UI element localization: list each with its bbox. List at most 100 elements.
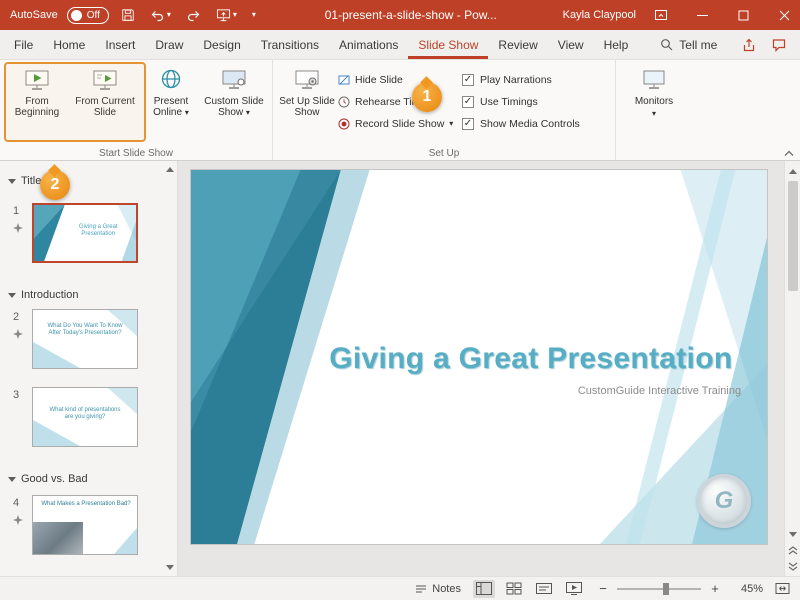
main-area: Title S 1 Giving a Great Presentation In… xyxy=(0,161,800,576)
custom-slide-show-button[interactable]: Custom Slide Show ▾ xyxy=(201,62,267,144)
monitors-label: Monitors xyxy=(635,96,673,107)
hide-slide-button[interactable]: Hide Slide xyxy=(336,69,462,91)
zoom-in-button[interactable]: + xyxy=(709,581,721,596)
customize-qat-caret-icon: ▾ xyxy=(252,11,256,19)
next-slide-button[interactable] xyxy=(786,558,800,574)
normal-view-button[interactable] xyxy=(473,580,495,598)
thumb2-text: What Do You Want To Know After Today's P… xyxy=(45,323,124,337)
scroll-up-button[interactable] xyxy=(786,163,800,179)
notes-label: Notes xyxy=(432,583,461,595)
set-up-group: Set Up Slide Show Hide Slide Rehearse Ti… xyxy=(273,60,616,160)
slide-4-thumbnail[interactable]: What Makes a Presentation Bad? xyxy=(32,495,138,555)
tab-home[interactable]: Home xyxy=(43,30,95,59)
zoom-out-button[interactable]: − xyxy=(597,581,609,596)
start-slideshow-quick-button[interactable]: ▾ xyxy=(213,6,240,24)
slide-title[interactable]: Giving a Great Presentation xyxy=(312,342,750,376)
tell-me-label: Tell me xyxy=(679,38,717,52)
slide-4-number: 4 xyxy=(13,497,19,509)
tab-transitions[interactable]: Transitions xyxy=(251,30,329,59)
use-timings-label: Use Timings xyxy=(480,96,538,108)
close-button[interactable] xyxy=(768,0,800,30)
share-button[interactable] xyxy=(742,38,756,52)
collapse-ribbon-button[interactable] xyxy=(784,150,794,157)
section-header-good-vs-bad[interactable]: Good vs. Bad xyxy=(8,473,88,485)
ribbon-display-options-icon xyxy=(654,8,668,22)
scroll-down-button[interactable] xyxy=(786,526,800,542)
slide-sorter-view-button[interactable] xyxy=(503,580,525,598)
zoom-slider[interactable] xyxy=(617,588,701,590)
rehearse-timings-button[interactable]: Rehearse Timings xyxy=(336,91,462,113)
thumbnails-scroll-down-button[interactable] xyxy=(166,565,174,570)
tab-draw[interactable]: Draw xyxy=(145,30,193,59)
tab-view[interactable]: View xyxy=(548,30,594,59)
minimize-button[interactable] xyxy=(686,0,718,30)
customize-qat-button[interactable]: ▾ xyxy=(249,9,259,21)
powerpoint-window: AutoSave Off ▾ ▾ ▾ 01-present-a-slide-sh… xyxy=(0,0,800,600)
undo-icon xyxy=(150,8,165,22)
play-narrations-checkbox[interactable]: ✓ Play Narrations xyxy=(462,69,610,91)
maximize-button[interactable] xyxy=(727,0,759,30)
present-online-button[interactable]: Present Online ▾ xyxy=(141,62,201,144)
tab-insert[interactable]: Insert xyxy=(95,30,145,59)
autosave-toggle[interactable]: Off xyxy=(67,7,109,24)
thumbnails-scroll-up-button[interactable] xyxy=(166,167,174,172)
tab-slide-show[interactable]: Slide Show xyxy=(408,30,488,59)
slide-2-thumbnail[interactable]: What Do You Want To Know After Today's P… xyxy=(32,309,138,369)
slide-2-number: 2 xyxy=(13,311,19,323)
set-up-slide-show-button[interactable]: Set Up Slide Show xyxy=(278,62,336,144)
tell-me-box[interactable]: Tell me xyxy=(660,30,717,59)
notes-button[interactable]: Notes xyxy=(415,583,461,595)
current-slide[interactable]: Giving a Great Presentation CustomGuide … xyxy=(190,169,768,545)
record-slide-show-button[interactable]: Record Slide Show ▾ xyxy=(336,113,462,135)
autosave-label: AutoSave xyxy=(10,9,58,21)
reading-view-button[interactable] xyxy=(533,580,555,598)
zoom-slider-thumb[interactable] xyxy=(663,583,669,595)
save-button[interactable] xyxy=(118,6,138,24)
document-title: 01-present-a-slide-show - Pow... xyxy=(268,8,554,22)
scrollbar-thumb[interactable] xyxy=(788,181,798,291)
section-introduction-label: Introduction xyxy=(21,289,78,301)
tutorial-highlight-box xyxy=(4,62,146,142)
slide-3-thumbnail[interactable]: What kind of presentations are you givin… xyxy=(32,387,138,447)
use-timings-checkbox[interactable]: ✓ Use Timings xyxy=(462,91,610,113)
minimize-icon xyxy=(697,10,708,21)
previous-slide-button[interactable] xyxy=(786,542,800,558)
clock-icon xyxy=(338,96,350,108)
tab-design[interactable]: Design xyxy=(193,30,250,59)
redo-button[interactable] xyxy=(183,6,204,24)
set-up-small-buttons: Hide Slide Rehearse Timings Record Slide… xyxy=(336,62,462,135)
search-icon xyxy=(660,38,673,51)
undo-caret-icon: ▾ xyxy=(167,11,171,19)
section-collapse-icon xyxy=(8,293,16,298)
ribbon-display-options-button[interactable] xyxy=(645,0,677,30)
monitors-button[interactable]: Monitors ▾ xyxy=(621,62,687,144)
step-1-callout: 1 xyxy=(412,82,442,112)
save-icon xyxy=(121,8,135,22)
hide-slide-label: Hide Slide xyxy=(355,74,403,86)
record-icon xyxy=(338,118,350,130)
redo-icon xyxy=(186,8,201,22)
slide-subtitle[interactable]: CustomGuide Interactive Training xyxy=(578,385,741,397)
section-header-introduction[interactable]: Introduction xyxy=(8,289,78,301)
section-collapse-icon xyxy=(8,179,16,184)
tab-animations[interactable]: Animations xyxy=(329,30,408,59)
show-media-controls-checkbox[interactable]: ✓ Show Media Controls xyxy=(462,113,610,135)
user-name: Kayla Claypool xyxy=(563,9,636,21)
zoom-percentage[interactable]: 45% xyxy=(733,583,763,595)
thumb4-text: What Makes a Presentation Bad? xyxy=(41,501,130,508)
autosave-state: Off xyxy=(87,10,100,21)
slide-show-view-button[interactable] xyxy=(563,580,585,598)
tab-file[interactable]: File xyxy=(4,30,43,59)
slide-1-thumbnail[interactable]: Giving a Great Presentation xyxy=(32,203,138,263)
undo-button[interactable]: ▾ xyxy=(147,6,174,24)
comments-button[interactable] xyxy=(772,38,786,52)
fit-slide-to-window-button[interactable] xyxy=(775,582,790,595)
tab-review[interactable]: Review xyxy=(488,30,547,59)
scrollbar-track[interactable] xyxy=(786,179,800,526)
tab-help[interactable]: Help xyxy=(594,30,639,59)
section-collapse-icon xyxy=(8,477,16,482)
show-media-controls-checkmark-icon: ✓ xyxy=(462,118,474,130)
tabrow-right-icons xyxy=(742,30,800,59)
hide-slide-icon xyxy=(338,74,350,86)
vertical-scrollbar xyxy=(784,161,800,576)
